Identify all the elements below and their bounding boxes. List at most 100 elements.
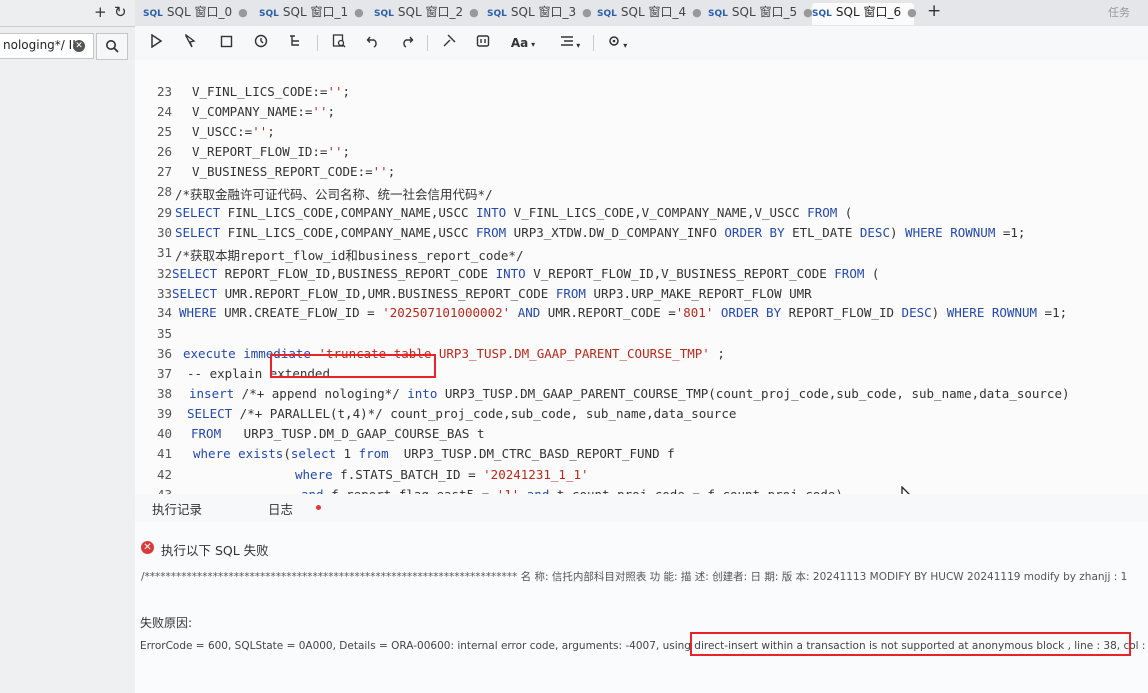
code-token: ) xyxy=(931,305,947,320)
code-line: 25 V_USCC:=''; xyxy=(135,124,1148,143)
panel-button[interactable] xyxy=(472,32,494,54)
code-token: DESC xyxy=(901,305,932,320)
sql-file-icon: SQL xyxy=(812,9,832,19)
settings-button[interactable]: ▾ xyxy=(600,32,634,54)
code-token: FROM xyxy=(807,205,838,220)
code-line: 23 V_FINL_LICS_CODE:=''; xyxy=(135,84,1148,103)
code-token: V_REPORT_FLOW_ID,V_BUSINESS_REPORT_CODE xyxy=(525,266,835,281)
add-icon[interactable]: + xyxy=(94,3,107,21)
code-token: FROM xyxy=(476,225,507,240)
tab-sql-1[interactable]: SQL SQL 窗口_1 ● xyxy=(259,3,369,25)
tab-sql-5[interactable]: SQL SQL 窗口_5 ● xyxy=(708,3,818,25)
code-line: 32 SELECT REPORT_FLOW_ID,BUSINESS_REPORT_… xyxy=(135,266,1148,285)
code-line: 39 SELECT /*+ PARALLEL(t,4)*/ count_proj_… xyxy=(135,406,1148,425)
code-token: ( xyxy=(864,266,880,281)
explain-button[interactable] xyxy=(284,32,306,54)
tab-execution-history[interactable]: 执行记录 xyxy=(152,499,202,518)
line-number: 37 xyxy=(156,366,172,381)
line-number: 32 xyxy=(156,266,172,281)
search-button[interactable] xyxy=(96,33,128,60)
line-number: 40 xyxy=(156,426,172,441)
line-number: 35 xyxy=(156,326,172,341)
sql-file-icon: SQL xyxy=(143,9,163,19)
code-token: DESC xyxy=(859,225,890,240)
format-button[interactable]: ▾ xyxy=(553,32,587,54)
redo-button[interactable] xyxy=(396,32,418,54)
line-number: 28 xyxy=(156,184,172,199)
tab-sql-3[interactable]: SQL SQL 窗口_3 ● xyxy=(487,3,597,25)
code-editor[interactable]: 23 V_FINL_LICS_CODE:=''; 24 V_COMPANY_NAME:… xyxy=(135,60,1148,496)
history-button[interactable] xyxy=(250,32,272,54)
tab-sql-0[interactable]: SQL SQL 窗口_0 ● xyxy=(143,3,253,25)
code-token: ; xyxy=(709,346,725,361)
line-number: 34 xyxy=(156,305,172,320)
tab-status-dot: ● xyxy=(907,6,917,19)
corner-label: 任务 xyxy=(1108,6,1130,19)
code-token: /*+ PARALLEL(t,4)*/ count_proj_code,sub_… xyxy=(232,406,737,421)
line-content: SELECT FINL_LICS_CODE,COMPANY_NAME,USCC … xyxy=(175,205,852,220)
new-tab-button[interactable]: + xyxy=(927,1,941,21)
run-button[interactable] xyxy=(145,32,167,54)
code-token: V_FINL_LICS_CODE,V_COMPANY_NAME,V_USCC xyxy=(506,205,808,220)
code-line: 33 SELECT UMR.REPORT_FLOW_ID,UMR.BUSINESS… xyxy=(135,286,1148,305)
line-content: FROM URP3_TUSP.DM_D_GAAP_COURSE_BAS t xyxy=(191,426,485,441)
code-token: into xyxy=(407,386,438,401)
line-content: where f.STATS_BATCH_ID = '20241231_1_1' xyxy=(295,467,589,482)
font-size-button[interactable]: Aa ▾ xyxy=(506,32,540,54)
insert-hint-highlight xyxy=(270,354,436,378)
settings-icon xyxy=(608,36,619,46)
code-token: V_BUSINESS_REPORT_CODE:= xyxy=(192,164,373,179)
find-button[interactable] xyxy=(328,32,350,54)
tools-button[interactable] xyxy=(438,32,460,54)
line-content: SELECT UMR.REPORT_FLOW_ID,UMR.BUSINESS_R… xyxy=(172,286,812,301)
code-token: FINL_LICS_CODE,COMPANY_NAME,USCC xyxy=(220,205,477,220)
line-content: V_COMPANY_NAME:=''; xyxy=(192,104,335,119)
code-token: INTO xyxy=(495,266,526,281)
code-token: WHERE ROWNUM xyxy=(946,305,1038,320)
line-number: 33 xyxy=(156,286,172,301)
code-token: =1; xyxy=(1037,305,1068,320)
tab-sql-4[interactable]: SQL SQL 窗口_4 ● xyxy=(597,3,707,25)
clock-icon xyxy=(254,34,268,48)
search-input[interactable]: nologing*/ II ✕ xyxy=(0,33,94,59)
line-number: 41 xyxy=(156,446,172,461)
code-token: UMR.REPORT_CODE = xyxy=(540,305,676,320)
clear-icon[interactable]: ✕ xyxy=(73,40,85,52)
tab-log[interactable]: 日志 xyxy=(268,499,293,518)
tab-sql-6[interactable]: SQL SQL 窗口_6 ● xyxy=(812,3,917,25)
tab-status-dot: ● xyxy=(469,6,479,19)
line-number: 29 xyxy=(156,205,172,220)
stop-button[interactable] xyxy=(215,32,237,54)
code-token: SELECT xyxy=(175,225,221,240)
toolbar-divider xyxy=(427,35,428,51)
undo-button[interactable] xyxy=(362,32,384,54)
sql-file-icon: SQL xyxy=(259,9,279,19)
code-token: =1; xyxy=(995,225,1026,240)
code-token: '' xyxy=(327,84,343,99)
code-line: 34 WHERE UMR.CREATE_FLOW_ID = '2025071010… xyxy=(135,305,1148,324)
line-number: 42 xyxy=(156,467,172,482)
code-token: '' xyxy=(327,144,343,159)
code-token: V_REPORT_FLOW_ID:= xyxy=(192,144,328,159)
tab-sql-2[interactable]: SQL SQL 窗口_2 ● xyxy=(374,3,484,25)
undo-icon xyxy=(366,36,377,48)
code-token: SELECT xyxy=(172,266,218,281)
object-browser-panel xyxy=(0,60,135,693)
chevron-down-icon: ▾ xyxy=(620,41,628,50)
code-token: REPORT_FLOW_ID,BUSINESS_REPORT_CODE xyxy=(217,266,496,281)
line-content: V_REPORT_FLOW_ID:=''; xyxy=(192,144,350,159)
search-input-value: nologing*/ II xyxy=(3,38,76,52)
run-current-button[interactable] xyxy=(179,32,201,54)
refresh-icon[interactable]: ↻ xyxy=(114,3,127,21)
line-number: 36 xyxy=(156,346,172,361)
code-token: insert xyxy=(189,386,235,401)
tab-status-dot: ● xyxy=(354,6,364,19)
code-token: '202507101000002' xyxy=(382,305,511,320)
code-token: where xyxy=(295,467,333,482)
code-token: URP3_TUSP.DM_D_GAAP_COURSE_BAS t xyxy=(221,426,485,441)
code-line: 31/*获取本期report_flow_id和business_report_c… xyxy=(135,245,1148,264)
code-token: URP3_TUSP.DM_GAAP_PARENT_COURSE_TMP(coun… xyxy=(437,386,1070,401)
code-token: '' xyxy=(372,164,388,179)
